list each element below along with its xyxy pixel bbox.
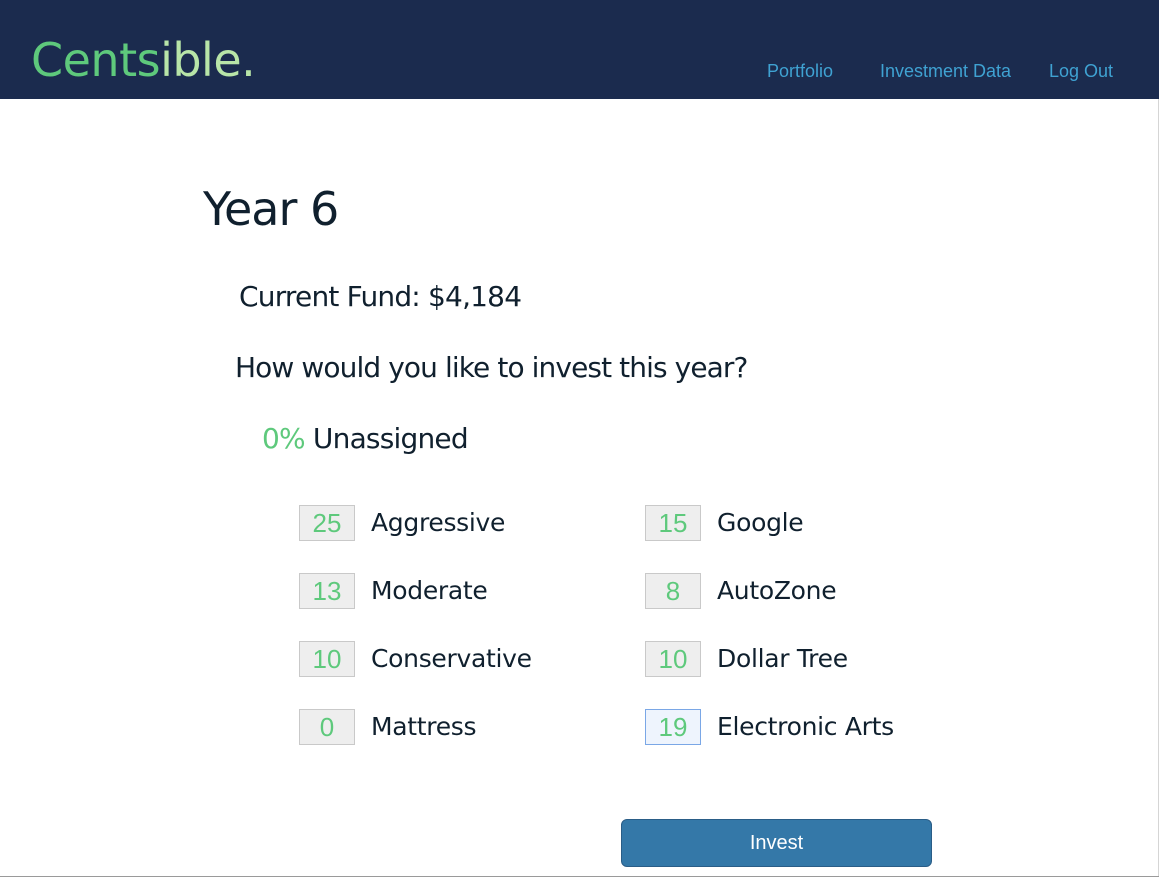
allocation-label-autozone: AutoZone xyxy=(717,576,837,605)
allocation-input-autozone[interactable] xyxy=(645,573,701,609)
top-navbar: Centsible. Portfolio Investment Data Log… xyxy=(0,0,1159,99)
allocation-label-aggressive: Aggressive xyxy=(371,508,506,537)
allocation-label-electronic-arts: Electronic Arts xyxy=(717,712,894,741)
nav-link-investment-data[interactable]: Investment Data xyxy=(880,60,1011,82)
unassigned-percent: 0% xyxy=(262,422,306,455)
allocation-row-dollar-tree: Dollar Tree xyxy=(645,641,848,677)
allocation-label-conservative: Conservative xyxy=(371,644,532,673)
allocation-input-moderate[interactable] xyxy=(299,573,355,609)
allocation-row-google: Google xyxy=(645,505,804,541)
unassigned-label: Unassigned xyxy=(304,422,469,455)
allocation-label-dollar-tree: Dollar Tree xyxy=(717,644,848,673)
current-fund-text: Current Fund: $4,184 xyxy=(239,280,522,313)
allocation-label-mattress: Mattress xyxy=(371,712,477,741)
allocation-input-google[interactable] xyxy=(645,505,701,541)
brand-logo-part1: Cents xyxy=(31,33,161,87)
invest-button[interactable]: Invest xyxy=(621,819,932,867)
investment-question: How would you like to invest this year? xyxy=(235,351,748,384)
allocation-row-aggressive: Aggressive xyxy=(299,505,505,541)
allocation-row-moderate: Moderate xyxy=(299,573,488,609)
nav-link-logout[interactable]: Log Out xyxy=(1049,60,1113,82)
nav-link-portfolio[interactable]: Portfolio xyxy=(767,60,833,82)
year-title: Year 6 xyxy=(203,182,339,236)
allocation-row-electronic-arts: Electronic Arts xyxy=(645,709,894,745)
allocation-label-google: Google xyxy=(717,508,804,537)
allocation-label-moderate: Moderate xyxy=(371,576,488,605)
unassigned-summary: 0% Unassigned xyxy=(262,421,469,457)
allocation-row-conservative: Conservative xyxy=(299,641,532,677)
allocation-input-electronic-arts[interactable] xyxy=(645,709,701,745)
allocation-row-autozone: AutoZone xyxy=(645,573,837,609)
brand-logo[interactable]: Centsible. xyxy=(31,33,256,87)
brand-logo-part2: ible. xyxy=(160,33,256,87)
allocation-row-mattress: Mattress xyxy=(299,709,477,745)
allocation-input-conservative[interactable] xyxy=(299,641,355,677)
allocation-input-aggressive[interactable] xyxy=(299,505,355,541)
allocation-input-dollar-tree[interactable] xyxy=(645,641,701,677)
allocation-input-mattress[interactable] xyxy=(299,709,355,745)
